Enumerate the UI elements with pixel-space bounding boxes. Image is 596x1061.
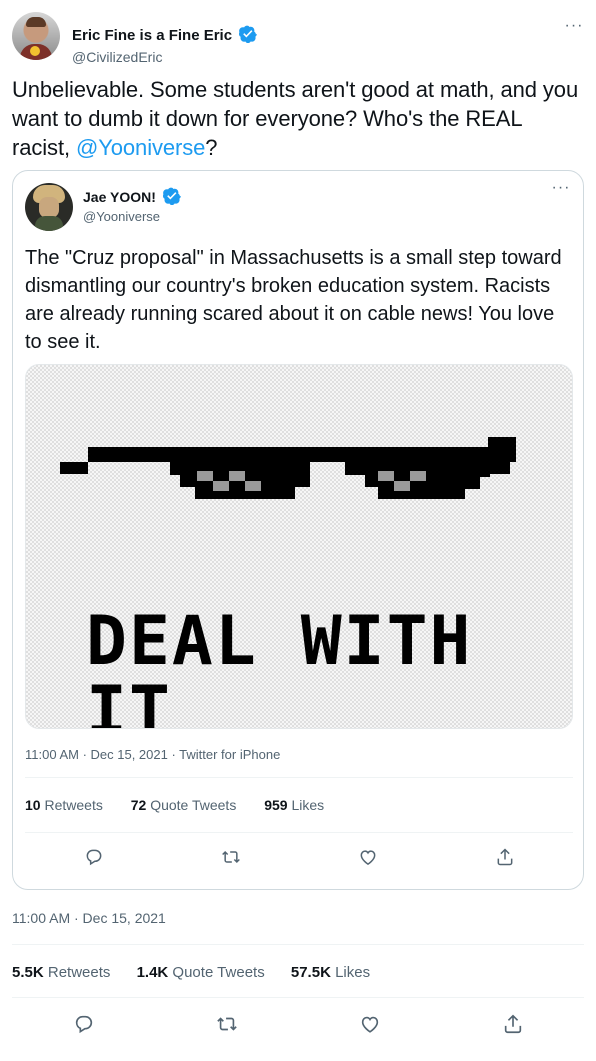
share-icon[interactable] [499,1010,527,1038]
quoted-tweet-card[interactable]: Jae YOON! @Yooniverse ··· The "Cruz prop… [12,170,584,890]
likes-count: 57.5K [290,964,331,981]
quoted-tweet-stats: 10 Retweets 72 Quote Tweets 959 Likes [25,797,573,813]
divider [25,832,573,833]
retweets-stat[interactable]: 10 Retweets [25,797,103,813]
retweets-stat[interactable]: 5.5K Retweets [12,964,110,981]
quote-tweets-stat[interactable]: 72 Quote Tweets [131,797,237,813]
verified-icon [239,25,258,43]
quoted-author-name[interactable]: Jae YOON! [83,187,181,205]
retweet-icon[interactable] [217,843,245,871]
likes-label: Likes [335,964,371,981]
author-name-text[interactable]: Eric Fine is a Fine Eric [72,27,232,44]
quote-tweets-count: 72 [130,797,147,813]
tweet-header: Eric Fine is a Fine Eric @CivilizedEric … [12,12,584,65]
author-avatar[interactable] [12,12,60,60]
likes-count: 959 [264,797,288,813]
tweet-timestamp[interactable]: 11:00 AM · Dec 15, 2021 [12,910,166,926]
quoted-tweet-text: The "Cruz proposal" in Massachusetts is … [25,247,562,353]
tweet-stats: 5.5K Retweets 1.4K Quote Tweets 57.5K Li… [12,964,584,981]
quoted-author-avatar[interactable] [25,183,73,231]
likes-label: Likes [291,797,325,813]
likes-stat[interactable]: 57.5K Likes [291,964,370,981]
quoted-tweet-timestamp[interactable]: 11:00 AM · Dec 15, 2021 · Twitter for iP… [25,747,280,762]
pixel-sunglasses-icon [60,437,516,499]
quoted-tweet-actions [25,843,573,871]
share-icon[interactable] [491,843,519,871]
more-options-icon[interactable]: ··· [564,18,584,39]
divider [25,777,573,778]
mention-link[interactable]: @Yooniverse [76,135,205,160]
meme-caption: DEAL WITH IT [86,602,473,729]
reply-icon[interactable] [70,1010,98,1038]
quote-tweets-stat[interactable]: 1.4K Quote Tweets [137,964,265,981]
quote-tweets-count: 1.4K [136,964,169,981]
retweets-count: 5.5K [12,964,44,981]
retweets-label: Retweets [47,964,111,981]
verified-icon [162,187,181,205]
author-name[interactable]: Eric Fine is a Fine Eric [72,25,258,44]
like-icon[interactable] [356,1010,384,1038]
retweets-count: 10 [25,797,41,813]
quoted-author-handle[interactable]: @Yooniverse [83,209,160,224]
retweet-icon[interactable] [213,1010,241,1038]
quote-tweets-label: Quote Tweets [172,964,265,981]
quote-tweets-label: Quote Tweets [150,797,237,813]
like-icon[interactable] [354,843,382,871]
author-handle[interactable]: @CivilizedEric [72,49,162,65]
more-options-icon[interactable]: ··· [551,180,571,201]
quoted-author-name-text[interactable]: Jae YOON! [83,189,156,205]
reply-icon[interactable] [80,843,108,871]
tweet-actions [12,1010,584,1040]
retweets-label: Retweets [44,797,103,813]
divider [12,997,584,998]
meme-image[interactable]: DEAL WITH IT [25,364,573,729]
tweet-text: Unbelievable. Some students aren't good … [12,75,582,162]
likes-stat[interactable]: 959 Likes [264,797,324,813]
divider [12,944,584,945]
tweet-text-end: ? [205,135,218,160]
